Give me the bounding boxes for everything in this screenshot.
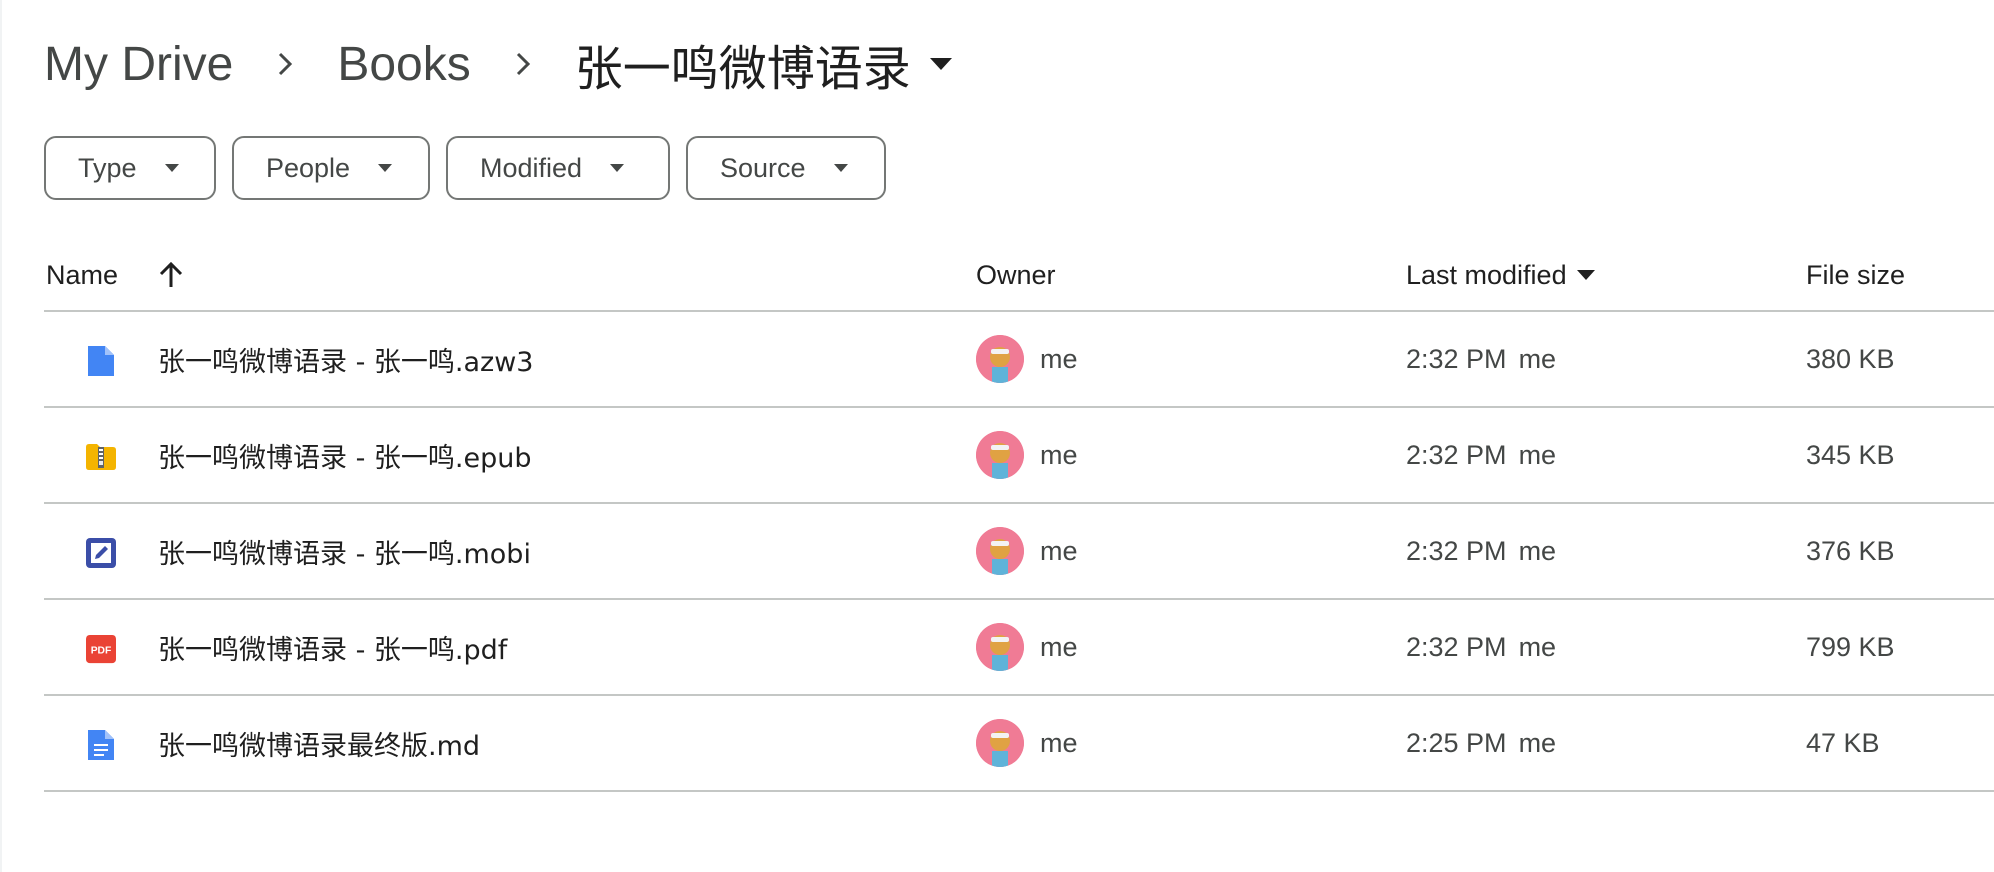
chevron-right-icon (255, 44, 315, 84)
modified-by: me (1518, 631, 1557, 662)
last-modified-cell: 2:32 PM me (1406, 440, 1556, 471)
file-size: 799 KB (1806, 631, 1895, 662)
filter-source-chip[interactable]: Source (686, 136, 886, 200)
table-row[interactable]: 张一鸣微博语录 - 张一鸣.epub me 2:32 PM me 345 KB (44, 408, 1994, 504)
last-modified-column-header[interactable]: Last modified (1406, 260, 1595, 291)
caret-down-icon (610, 164, 625, 172)
azw3-doc-icon (86, 346, 116, 376)
filter-modified-label: Modified (480, 152, 583, 183)
owner-cell: me (976, 623, 1078, 671)
image-edit-icon (86, 538, 116, 568)
file-size-column-header[interactable]: File size (1806, 260, 1905, 291)
file-name[interactable]: 张一鸣微博语录 - 张一鸣.azw3 (158, 340, 533, 379)
caret-down-icon (378, 164, 393, 172)
filter-people-label: People (266, 152, 351, 183)
last-modified-cell: 2:32 PM me (1406, 344, 1556, 375)
sort-ascending-arrow-icon[interactable] (158, 261, 184, 289)
owner-cell: me (976, 719, 1078, 767)
last-modified-cell: 2:32 PM me (1406, 632, 1556, 663)
table-row[interactable]: PDF 张一鸣微博语录 - 张一鸣.pdf me 2:32 PM me 799 K… (44, 600, 1994, 696)
owner-cell: me (976, 335, 1078, 383)
file-size: 380 KB (1806, 343, 1895, 374)
modified-time: 2:32 PM (1406, 535, 1507, 566)
caret-down-icon (833, 164, 848, 172)
filter-modified-chip[interactable]: Modified (446, 136, 670, 200)
caret-down-icon (1576, 270, 1595, 280)
modified-by: me (1518, 727, 1557, 758)
breadcrumb-my-drive[interactable]: My Drive (44, 37, 233, 92)
caret-down-icon[interactable] (923, 44, 959, 84)
modified-time: 2:32 PM (1406, 631, 1507, 662)
filter-type-label: Type (78, 152, 137, 183)
last-modified-cell: 2:25 PM me (1406, 728, 1556, 759)
owner-column-header[interactable]: Owner (976, 260, 1056, 291)
file-name[interactable]: 张一鸣微博语录 - 张一鸣.epub (158, 436, 532, 475)
owner-name: me (1040, 343, 1078, 374)
file-name[interactable]: 张一鸣微博语录 - 张一鸣.pdf (158, 628, 507, 667)
file-list-table: Name Owner Last modified File size 张一鸣微博… (44, 240, 1994, 792)
last-modified-cell: 2:32 PM me (1406, 536, 1556, 567)
filter-type-chip[interactable]: Type (44, 136, 216, 200)
modified-by: me (1518, 343, 1557, 374)
avatar (976, 719, 1024, 767)
breadcrumb-books[interactable]: Books (337, 37, 470, 92)
table-row[interactable]: 张一鸣微博语录 - 张一鸣.azw3 me 2:32 PM me 380 KB (44, 312, 1994, 408)
table-row[interactable]: 张一鸣微博语录 - 张一鸣.mobi me 2:32 PM me 376 KB (44, 504, 1994, 600)
filter-chips: Type People Modified Source (44, 136, 886, 200)
pdf-icon-text: PDF (91, 646, 112, 657)
name-column-header[interactable]: Name (46, 260, 184, 291)
table-header: Name Owner Last modified File size (44, 240, 1994, 312)
file-size: 376 KB (1806, 535, 1895, 566)
pdf-icon: PDF (86, 634, 116, 664)
avatar (976, 431, 1024, 479)
breadcrumb-current-folder[interactable]: 张一鸣微博语录 (575, 29, 911, 99)
file-size: 345 KB (1806, 439, 1895, 470)
modified-time: 2:32 PM (1406, 343, 1507, 374)
modified-by: me (1518, 439, 1557, 470)
name-header-label: Name (46, 259, 119, 290)
owner-name: me (1040, 439, 1078, 470)
left-edge-divider (0, 0, 2, 872)
filter-source-label: Source (720, 152, 806, 183)
owner-cell: me (976, 431, 1078, 479)
owner-name: me (1040, 631, 1078, 662)
breadcrumb: My Drive Books 张一鸣微博语录 (44, 28, 959, 100)
caret-down-icon (164, 164, 179, 172)
modified-by: me (1518, 535, 1557, 566)
modified-time: 2:32 PM (1406, 439, 1507, 470)
avatar (976, 335, 1024, 383)
avatar (976, 623, 1024, 671)
table-row[interactable]: 张一鸣微博语录最终版.md me 2:25 PM me 47 KB (44, 696, 1994, 792)
owner-name: me (1040, 535, 1078, 566)
file-name[interactable]: 张一鸣微博语录最终版.md (158, 724, 480, 763)
owner-cell: me (976, 527, 1078, 575)
owner-name: me (1040, 727, 1078, 758)
file-name[interactable]: 张一鸣微博语录 - 张一鸣.mobi (158, 532, 531, 571)
archive-zip-icon (86, 442, 116, 472)
filter-people-chip[interactable]: People (232, 136, 430, 200)
file-size: 47 KB (1806, 727, 1880, 758)
text-doc-icon (86, 730, 116, 760)
last-modified-header-label: Last modified (1406, 259, 1567, 290)
modified-time: 2:25 PM (1406, 727, 1507, 758)
chevron-right-icon (493, 44, 553, 84)
avatar (976, 527, 1024, 575)
